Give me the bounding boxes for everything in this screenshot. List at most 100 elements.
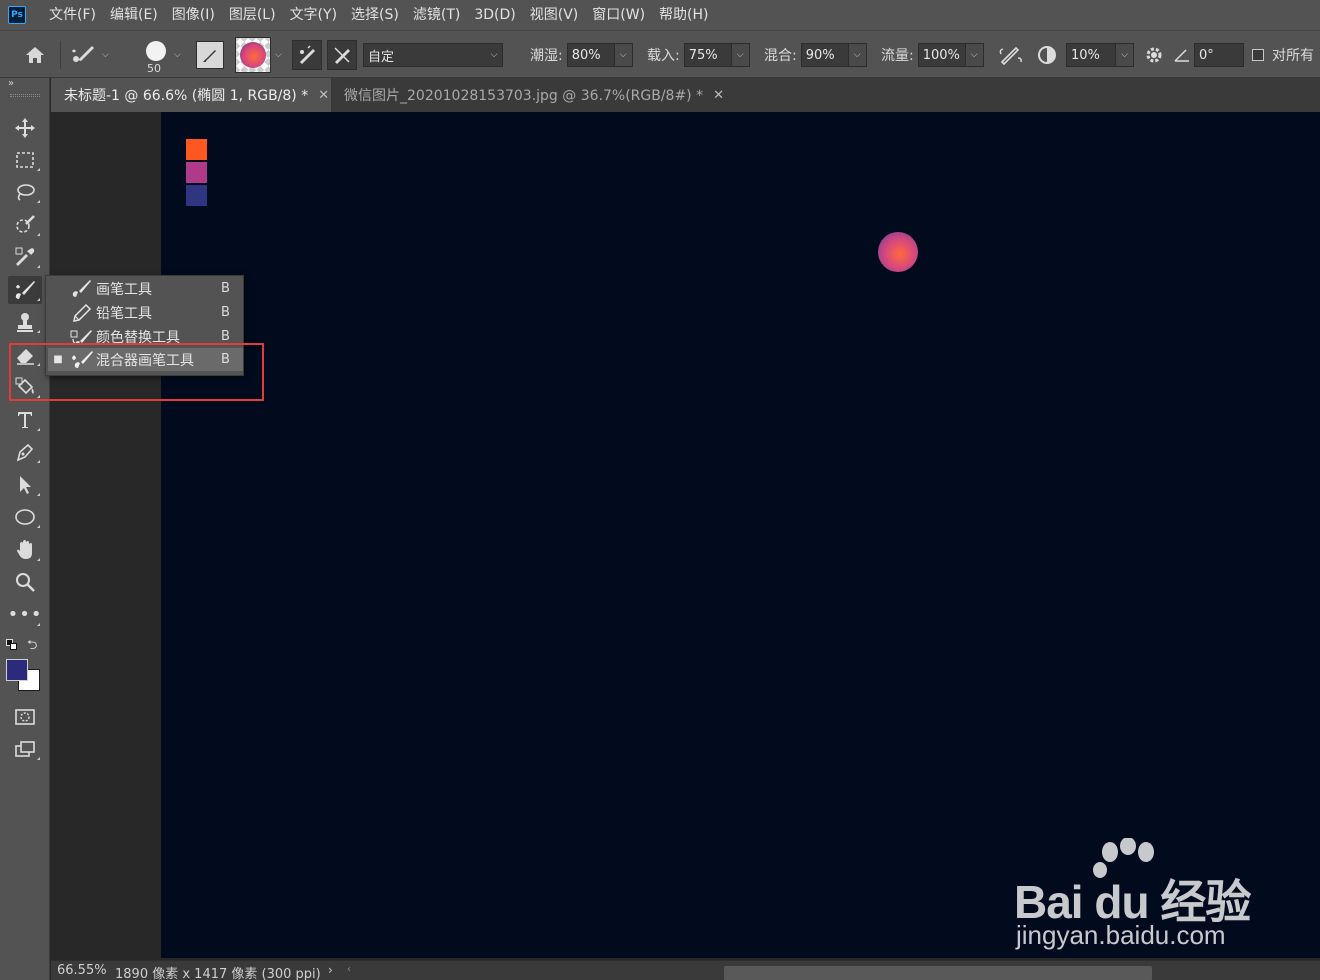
flyout-item-brush[interactable]: 画笔工具 B xyxy=(48,277,243,300)
screen-mode-button[interactable] xyxy=(8,735,42,763)
menu-3d[interactable]: 3D(D) xyxy=(467,0,522,30)
brush-icon xyxy=(68,279,96,299)
clean-brush-after-stroke-icon[interactable] xyxy=(327,40,357,70)
tab-untitled-1[interactable]: 未标题-1 @ 66.6% (椭圆 1, RGB/8) * ✕ xyxy=(51,78,331,112)
mixer-brush-preset-icon xyxy=(68,40,98,70)
watermark-url: jingyan.baidu.com xyxy=(1016,920,1226,950)
load-swatch-icon xyxy=(235,37,271,73)
menu-help[interactable]: 帮助(H) xyxy=(652,0,715,30)
menu-select[interactable]: 选择(S) xyxy=(344,0,406,30)
marquee-tool[interactable] xyxy=(8,146,42,174)
horizontal-scrollbar-thumb[interactable] xyxy=(724,966,1152,980)
menu-window[interactable]: 窗口(W) xyxy=(585,0,652,30)
mix-input[interactable]: 90% xyxy=(800,43,849,67)
wet-label: 潮湿: xyxy=(530,48,563,64)
blend-preset-field[interactable]: 自定 xyxy=(363,43,503,67)
type-tool[interactable] xyxy=(8,406,42,434)
document-info: 1890 像素 x 1417 像素 (300 ppi) xyxy=(115,967,321,980)
menu-bar: Ps 文件(F) 编辑(E) 图像(I) 图层(L) 文字(Y) 选择(S) 滤… xyxy=(0,0,1320,30)
brush-tip-preview-icon xyxy=(146,41,166,61)
menu-filter[interactable]: 滤镜(T) xyxy=(406,0,467,30)
smoothing-input[interactable]: 10% xyxy=(1066,43,1116,67)
wet-dropdown-icon[interactable]: ⌵ xyxy=(614,43,633,67)
stamp-icon xyxy=(17,313,33,332)
ellipse-icon xyxy=(15,509,35,525)
mix-dropdown-icon[interactable]: ⌵ xyxy=(848,43,867,67)
lasso-icon xyxy=(17,184,35,201)
arrow-cursor-icon xyxy=(20,476,31,494)
toolbox-grip[interactable] xyxy=(10,94,40,97)
menu-view[interactable]: 视图(V) xyxy=(523,0,586,30)
quick-mask-button[interactable] xyxy=(8,703,42,731)
smoothing-dropdown-icon[interactable]: ⌵ xyxy=(1116,43,1134,67)
load-input[interactable]: 75% xyxy=(683,43,732,67)
hand-icon xyxy=(17,540,32,559)
zoom-tool[interactable] xyxy=(8,568,42,596)
flyout-label: 画笔工具 xyxy=(96,281,152,298)
load-brush-after-stroke-icon[interactable] xyxy=(292,40,322,70)
magenta-swatch xyxy=(186,162,207,183)
menu-image[interactable]: 图像(I) xyxy=(165,0,222,30)
pencil-icon xyxy=(68,303,96,323)
document-canvas[interactable] xyxy=(161,112,1320,958)
status-menu-arrow-icon[interactable]: › xyxy=(328,963,333,977)
airbrush-icon[interactable] xyxy=(996,40,1026,70)
menu-layer[interactable]: 图层(L) xyxy=(222,0,283,30)
tab-label: 未标题-1 @ 66.6% (椭圆 1, RGB/8) * xyxy=(64,88,309,104)
close-icon[interactable]: ✕ xyxy=(318,88,329,103)
brush-settings-panel-icon[interactable] xyxy=(196,41,224,69)
eyedropper-tool[interactable] xyxy=(8,243,42,271)
tab-wechat-image[interactable]: 微信图片_20201028153703.jpg @ 36.7%(RGB/8#) … xyxy=(331,78,724,112)
home-icon[interactable] xyxy=(20,40,50,70)
screen-mode-icon xyxy=(15,741,35,757)
brush-preset-picker[interactable]: 50 ⌵ xyxy=(142,31,181,79)
tool-preset-picker[interactable]: ⌵ xyxy=(68,31,109,79)
sample-all-layers-checkbox[interactable] xyxy=(1252,49,1264,61)
ellipse-tool[interactable] xyxy=(8,503,42,531)
path-selection-tool[interactable] xyxy=(8,471,42,499)
quick-selection-icon xyxy=(16,215,35,233)
scroll-left-icon[interactable]: ‹ xyxy=(347,964,351,975)
flyout-shortcut: B xyxy=(221,281,230,296)
pen-tool[interactable] xyxy=(8,438,42,466)
edit-toolbar-button[interactable]: ••• xyxy=(8,601,42,629)
wet-input[interactable]: 80% xyxy=(566,43,615,67)
lasso-tool[interactable] xyxy=(8,178,42,206)
close-icon[interactable]: ✕ xyxy=(713,88,724,103)
menu-file[interactable]: 文件(F) xyxy=(42,0,103,30)
clone-stamp-tool[interactable] xyxy=(8,308,42,336)
collapse-toolbox-icon[interactable]: » xyxy=(8,78,14,89)
current-brush-load-swatch[interactable]: ⌵ xyxy=(235,31,282,79)
mixer-brush-tool[interactable] xyxy=(8,276,42,304)
load-dropdown-icon[interactable]: ⌵ xyxy=(731,43,750,67)
flyout-shortcut: B xyxy=(221,329,230,344)
blend-preset-select[interactable]: 自定 ⌵ xyxy=(363,31,503,79)
chevron-down-icon: ⌵ xyxy=(275,50,282,60)
zoom-level-field[interactable]: 66.55% xyxy=(57,963,113,980)
foreground-color-swatch[interactable] xyxy=(6,659,28,681)
move-tool[interactable] xyxy=(8,114,42,142)
flow-input[interactable]: 100% xyxy=(917,43,966,67)
magnifier-icon xyxy=(16,573,35,592)
angle-input[interactable]: 0° xyxy=(1194,43,1244,67)
more-dots-icon: ••• xyxy=(7,604,43,625)
mix-label: 混合: xyxy=(764,48,797,64)
annotation-highlight-box xyxy=(9,343,264,401)
flow-dropdown-icon[interactable]: ⌵ xyxy=(965,43,984,67)
flyout-item-pencil[interactable]: 铅笔工具 B xyxy=(48,301,243,324)
move-icon xyxy=(15,118,35,138)
smoothing-icon[interactable] xyxy=(1032,40,1062,70)
sample-all-layers-label: 对所有 xyxy=(1272,48,1314,64)
chevron-down-icon[interactable]: ⌵ xyxy=(485,43,503,67)
hand-tool[interactable] xyxy=(8,536,42,564)
chevron-down-icon: ⌵ xyxy=(102,50,109,60)
swap-colors-icon[interactable]: ⮌ xyxy=(27,636,37,658)
default-colors-icon[interactable] xyxy=(6,639,18,651)
gear-icon[interactable] xyxy=(1139,40,1169,70)
quick-selection-tool[interactable] xyxy=(8,211,42,239)
gradient-ellipse xyxy=(878,232,918,272)
menu-type[interactable]: 文字(Y) xyxy=(283,0,344,30)
eyedropper-icon xyxy=(15,247,35,266)
flyout-label: 铅笔工具 xyxy=(96,305,152,322)
menu-edit[interactable]: 编辑(E) xyxy=(103,0,165,30)
